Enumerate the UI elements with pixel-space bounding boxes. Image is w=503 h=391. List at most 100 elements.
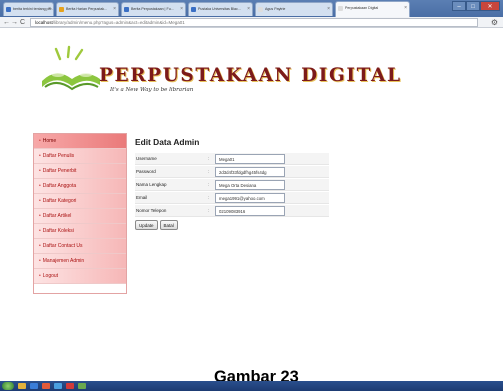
sidebar-item-label: Home [42,138,57,144]
back-icon[interactable]: ← [3,17,10,28]
tab-label: Perpustakaan Digital [345,6,379,10]
forward-icon[interactable]: → [11,17,18,28]
field-separator: : [208,169,210,174]
tab-close-icon[interactable]: × [327,3,330,16]
form-row: Username: [135,153,329,165]
update-button[interactable]: Update [135,220,158,230]
sidebar-item-label: Logout [42,273,59,279]
field-input[interactable] [215,206,285,216]
address-bar: ← → C localhost/library/admin/menu.php?a… [0,17,503,28]
field-label: Password [136,169,156,174]
field-input[interactable] [215,193,285,203]
field-label: Nomor Telepon [136,208,167,213]
maximize-icon[interactable]: □ [466,1,480,11]
sidebar-item[interactable]: • Home [34,134,126,149]
minimize-icon[interactable]: – [452,1,466,11]
bullet-icon: • [39,183,41,189]
field-label: Username [136,156,157,161]
bullet-icon: • [39,138,41,144]
field-input[interactable] [215,180,285,190]
taskbar-app-icon[interactable] [54,383,62,389]
sidebar-item-label: Daftar Artikel [42,213,72,219]
browser-tab[interactable]: Berita Perpustakaan | Fu... × [121,2,186,16]
tab-close-icon[interactable]: × [247,3,250,16]
tab-favicon-icon [338,6,343,11]
taskbar-app-icon[interactable] [78,383,86,389]
site-title: PERPUSTAKAAN DIGITAL [99,65,402,86]
form-buttons: Update Batal [135,220,178,230]
sidebar-item[interactable]: • Daftar Koleksi [34,224,126,239]
tab-favicon-icon [6,7,11,12]
form-row: Nama Lengkap: [135,179,329,191]
browser-tab[interactable]: Perpustakaan Digital × [335,1,410,17]
sidebar-item-label: Daftar Penulis [42,153,75,159]
taskbar-app-icon[interactable] [30,383,38,389]
sidebar-item[interactable]: • Manajemen Admin [34,254,126,269]
url-field[interactable]: localhost/library/admin/menu.php?agus=ad… [30,18,478,27]
tab-favicon-icon [258,7,263,12]
sidebar-item[interactable]: • Daftar Penulis [34,149,126,164]
reload-icon[interactable]: C [20,17,25,28]
browser-tab[interactable]: Berita Harian Perpustak... × [56,2,119,16]
sidebar-item-label: Daftar Koleksi [42,228,74,234]
taskbar-app-icon[interactable] [42,383,50,389]
site-tagline: It's a New Way to be librarian [110,87,194,93]
sidebar-item-label: Daftar Anggota [42,183,77,189]
bullet-icon: • [39,168,41,174]
tab-close-icon[interactable]: × [113,3,116,16]
book-logo-icon [42,45,100,91]
form-row: Email: [135,192,329,204]
bullet-icon: • [39,213,41,219]
field-separator: : [208,156,210,161]
url-path: /library/admin/menu.php?agus=admin&act=e… [52,20,185,25]
start-button[interactable] [2,382,14,390]
tab-favicon-icon [124,7,129,12]
window-controls: – □ ✕ [452,1,500,12]
sidebar-item-label: Manajemen Admin [42,258,85,264]
edit-admin-form: Username:Password:Nama Lengkap:Email:Nom… [135,153,329,218]
tab-label: Agus Paytrie [265,7,286,11]
field-input[interactable] [215,167,285,177]
tab-close-icon[interactable]: × [48,3,51,16]
field-input[interactable] [215,154,285,164]
tab-favicon-icon [191,7,196,12]
bullet-icon: • [39,243,41,249]
tab-close-icon[interactable]: × [404,2,407,15]
bullet-icon: • [39,153,41,159]
browser-tab[interactable]: Agus Paytrie × [255,2,333,16]
taskbar-app-icon[interactable] [18,383,26,389]
tab-favicon-icon [59,7,64,12]
sidebar-item[interactable]: • Daftar Artikel [34,209,126,224]
field-label: Email [136,195,148,200]
tab-close-icon[interactable]: × [180,3,183,16]
url-host: localhost [35,20,53,25]
tab-label: Pustaka Universitas Blac... [198,7,241,11]
taskbar-app-icon[interactable] [66,383,74,389]
sidebar-item-label: Daftar Contact Us [42,243,83,249]
tab-label: Berita Harian Perpustak... [66,7,108,11]
wrench-icon[interactable]: ⚙ [491,17,498,28]
bullet-icon: • [39,258,41,264]
sidebar-item-label: Daftar Kategori [42,198,77,204]
cancel-button[interactable]: Batal [159,220,178,230]
sidebar-item[interactable]: • Logout [34,269,126,284]
bullet-icon: • [39,198,41,204]
field-separator: : [208,195,210,200]
field-separator: : [208,208,210,213]
sidebar-item[interactable]: • Daftar Penerbit [34,164,126,179]
form-row: Password: [135,166,329,178]
sidebar-item[interactable]: • Daftar Contact Us [34,239,126,254]
field-separator: : [208,182,210,187]
browser-tab[interactable]: Pustaka Universitas Blac... × [188,2,253,16]
sidebar-menu: • Home • Daftar Penulis • Daftar Penerbit • Daf… [33,133,127,294]
bullet-icon: • [39,273,41,279]
sidebar-item[interactable]: • Daftar Anggota [34,179,126,194]
bullet-icon: • [39,228,41,234]
browser-tab-strip: berita terkini tentang per... × Berita Har… [0,0,503,17]
close-window-icon[interactable]: ✕ [480,1,500,11]
taskbar [0,381,503,391]
sidebar-item[interactable]: • Daftar Kategori [34,194,126,209]
tab-label: Berita Perpustakaan | Fu... [131,7,174,11]
sidebar-item-label: Daftar Penerbit [42,168,77,174]
browser-tab[interactable]: berita terkini tentang per... × [3,2,54,16]
